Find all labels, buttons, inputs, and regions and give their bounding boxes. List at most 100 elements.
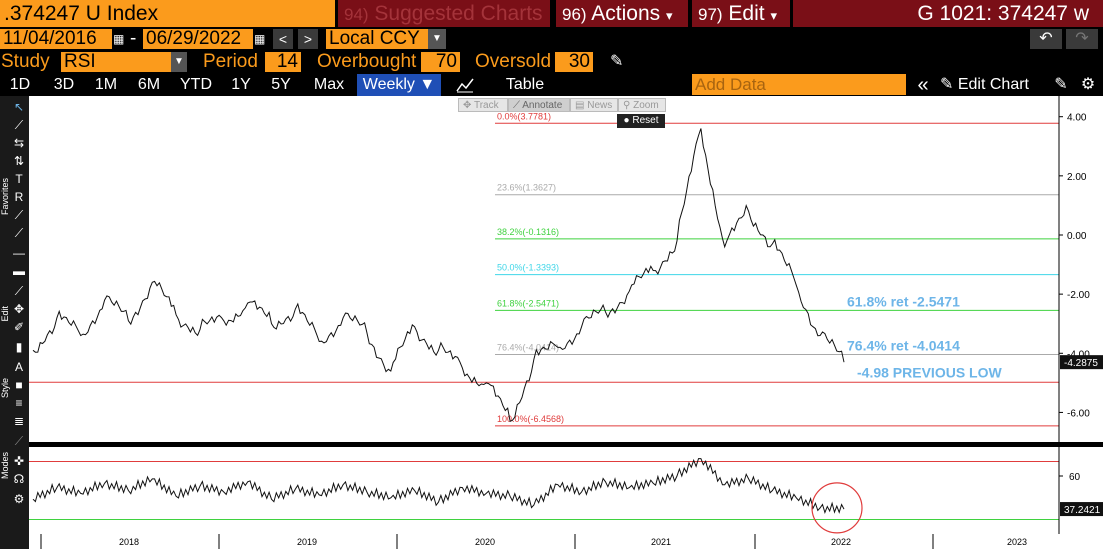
line-weight-icon[interactable]: ≡ (12, 396, 26, 410)
currency-select[interactable]: Local CCY (326, 29, 428, 49)
axis-y-icon[interactable]: ⇅ (12, 154, 26, 168)
suggested-charts-button[interactable]: 94) Suggested Charts (338, 0, 550, 27)
channel-icon[interactable]: ⟋ (12, 226, 26, 240)
news-button[interactable]: ▤ News (570, 98, 618, 112)
cursor-icon[interactable]: ↖ (12, 100, 26, 114)
track-button[interactable]: ✥ Track (458, 98, 508, 112)
rsi-y-tick-label-0: 60 (1069, 472, 1081, 483)
line-chart-icon[interactable] (455, 76, 475, 94)
draw-pen-icon[interactable]: ⟋ (12, 284, 26, 298)
drawing-sidebar: ↖ ⟋ ⇆ ⇅ T R ⟋ ⟋ — ▬ ⟋ ✥ ✐ ▮ A ■ ≡ ≣ ⟋ ✜ … (0, 96, 29, 549)
period-input[interactable]: 14 (265, 52, 301, 72)
zoom-label: Zoom (633, 100, 659, 111)
edit-menu-button[interactable]: 97) Edit ▾ (692, 0, 790, 27)
frequency-select[interactable]: Weekly ▼ (357, 74, 441, 96)
paint-icon[interactable]: ▮ (12, 340, 26, 354)
date-separator: - (130, 28, 137, 49)
x-label-2019: 2019 (297, 537, 317, 547)
suggested-charts-number: 94) (344, 5, 369, 24)
settings-small-icon[interactable]: ⚙ (12, 492, 26, 506)
last-value-label: -4.2875 (1064, 358, 1098, 369)
rsi-series-line (32, 458, 845, 515)
y-tick-label-1: 2.00 (1067, 172, 1087, 183)
start-calendar-icon[interactable]: ▦ (113, 30, 127, 48)
style-label: Style (0, 378, 10, 399)
rsi-chart: 60 37.2421 (29, 447, 1103, 534)
suggested-charts-label: Suggested Charts (374, 2, 543, 25)
ruler-icon[interactable]: R (12, 190, 26, 204)
edit-chart-button[interactable]: ✎ Edit Chart (940, 74, 1046, 96)
fib-label-3: 50.0%(-1.3393) (497, 263, 559, 273)
range-button-ytd[interactable]: YTD (173, 74, 219, 96)
currency-dropdown-icon[interactable]: ▼ (428, 29, 446, 49)
end-calendar-icon[interactable]: ▦ (254, 30, 268, 48)
edit-section-label: Edit (0, 306, 10, 322)
range-button-3d[interactable]: 3D (45, 74, 83, 96)
end-date-input[interactable]: 06/29/2022 (143, 29, 253, 49)
table-button[interactable]: Table (490, 74, 560, 96)
actions-number: 96) (562, 5, 587, 24)
text-tool-icon[interactable]: T (12, 172, 26, 186)
range-button-1d[interactable]: 1D (1, 74, 39, 96)
x-label-2022: 2022 (831, 537, 851, 547)
annotation-1: 76.4% ret -4.0414 (847, 338, 960, 354)
start-date-input[interactable]: 11/04/2016 (0, 29, 112, 49)
range-button-1y[interactable]: 1Y (223, 74, 259, 96)
study-dropdown-icon[interactable]: ▼ (171, 52, 187, 72)
range-button-5y[interactable]: 5Y (263, 74, 299, 96)
hline-icon[interactable]: — (12, 246, 26, 260)
overbought-input[interactable]: 70 (421, 52, 460, 72)
brush-icon[interactable]: ▬ (12, 264, 26, 278)
x-label-2021: 2021 (651, 537, 671, 547)
fib-label-6: 100.0%(-6.4568) (497, 414, 564, 424)
y-tick-label-3: -2.00 (1067, 290, 1090, 301)
axis-x-icon[interactable]: ⇆ (12, 136, 26, 150)
actions-label: Actions (591, 2, 661, 25)
line-style-icon[interactable]: ≣ (12, 414, 26, 428)
security-ticker[interactable]: .374247 U Index (0, 0, 335, 27)
study-label: Study (1, 51, 50, 72)
next-period-button[interactable]: > (298, 29, 318, 49)
overbought-label: Overbought (317, 51, 417, 72)
collapse-button[interactable]: « (911, 74, 935, 96)
undo-button[interactable]: ↶ (1030, 29, 1062, 49)
edit-caret-icon: ▾ (770, 8, 777, 23)
font-icon[interactable]: A (12, 360, 26, 374)
add-data-input[interactable]: Add Data (692, 74, 906, 95)
edit-icon[interactable]: ✎ (1050, 74, 1072, 96)
period-label: Period (203, 51, 258, 72)
compass-icon[interactable]: ☊ (12, 472, 26, 486)
range-button-6m[interactable]: 6M (129, 74, 169, 96)
fill-color-icon[interactable]: ■ (12, 378, 26, 392)
eraser-icon[interactable]: ✐ (12, 320, 26, 334)
pencil-icon[interactable]: ✎ (610, 52, 628, 72)
prev-period-button[interactable]: < (273, 29, 293, 49)
track-label: Track (473, 100, 499, 111)
gear-icon[interactable]: ⚙ (1076, 74, 1100, 96)
y-tick-label-0: 4.00 (1067, 113, 1087, 124)
actions-caret-icon: ▾ (665, 8, 673, 23)
trend-icon[interactable]: ⟋ (12, 208, 26, 222)
news-label: News (587, 100, 613, 111)
favorites-label: Favorites (0, 178, 10, 216)
annotate-button[interactable]: ⟋ Annotate (508, 98, 570, 112)
redo-button[interactable]: ↷ (1066, 29, 1098, 49)
crosshair-icon[interactable]: ✜ (12, 454, 26, 468)
reset-button[interactable]: ● Reset (617, 114, 665, 128)
x-label-2018: 2018 (119, 537, 139, 547)
reset-label: Reset (632, 115, 659, 126)
range-button-1m[interactable]: 1M (87, 74, 125, 96)
oversold-label: Oversold (475, 51, 552, 72)
oversold-input[interactable]: 30 (555, 52, 593, 72)
move-icon[interactable]: ✥ (12, 302, 26, 316)
x-label-2020: 2020 (475, 537, 495, 547)
chart-id: G 1021: 374247 w (793, 0, 1103, 27)
edit-number: 97) (698, 5, 723, 24)
actions-menu-button[interactable]: 96) Actions ▾ (556, 0, 688, 27)
disabled-pen-icon[interactable]: ⟋ (12, 434, 26, 448)
line-draw-icon[interactable]: ⟋ (12, 118, 26, 132)
x-axis-labels: 2018 2019 2020 2021 2022 2023 (40, 534, 1027, 549)
zoom-button[interactable]: ⚲ Zoom (618, 98, 666, 112)
range-button-max[interactable]: Max (303, 74, 355, 96)
study-select[interactable]: RSI (61, 52, 171, 72)
